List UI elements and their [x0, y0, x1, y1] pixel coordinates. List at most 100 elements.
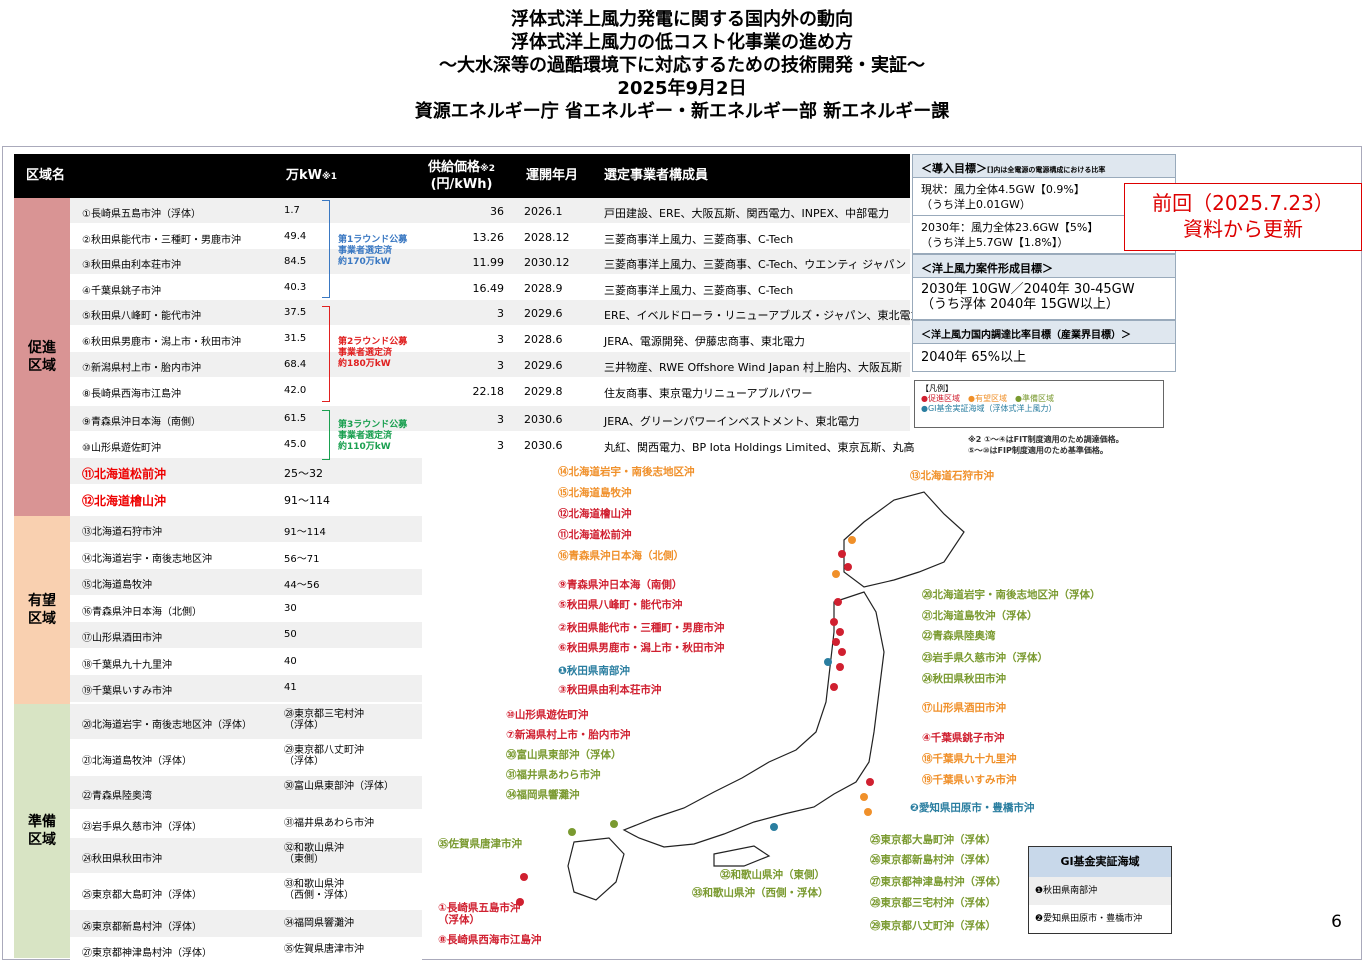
table-row: ⑥秋田県男鹿市・潟上市・秋田市沖 31.5 3 2028.6 JERA、電源開発、伊藤忠…: [70, 326, 910, 352]
kw-value: 61.5: [284, 413, 307, 424]
prep-left: ㉕東京都大島町沖（浮体）: [82, 890, 202, 901]
table-row: ⑯青森県沖日本海（北側） 30: [70, 595, 422, 622]
map-label: ㉝和歌山県沖（西側・浮体）: [692, 887, 829, 899]
kw-value: 25～32: [284, 467, 323, 480]
prep-right: ㉛福井県あわら市沖: [284, 818, 374, 829]
map-label: ⑭北海道岩宇・南後志地区沖: [558, 466, 695, 478]
header-members: 選定事業者構成員: [604, 168, 709, 183]
price-value: 13.26: [472, 231, 505, 244]
map-label: ⑯青森県沖日本海（北側）: [558, 550, 684, 562]
header-year: 運開年月: [526, 168, 579, 183]
area-name: ⑥秋田県男鹿市・潟上市・秋田市沖: [82, 337, 241, 348]
prep-left: ㉔秋田県秋田市沖: [82, 854, 162, 865]
map-label: ⑪北海道松前沖: [558, 529, 632, 541]
zone-prep: 準備 区域: [14, 704, 70, 958]
area-name: ③秋田県由利本荘市沖: [82, 260, 181, 271]
price-value: 3: [497, 439, 504, 452]
prep-left: ㉓岩手県久慈市沖（浮体）: [82, 822, 202, 833]
header-area: 区域名: [26, 168, 66, 183]
title-line-2: 浮体式洋上風力の低コスト化事業の進め方: [511, 32, 853, 53]
map-label: ㉒青森県陸奥湾: [922, 630, 996, 642]
area-name: ⑲千葉県いすみ市沖: [82, 686, 172, 697]
map-label: ㉔秋田県秋田市沖: [922, 673, 1006, 685]
map-label: ④千葉県銚子市沖: [922, 732, 1005, 744]
kw-value: 1.7: [284, 205, 300, 216]
legend-prep: ●準備区域: [1014, 394, 1054, 403]
map-label: ⑦新潟県村上市・胎内市沖: [506, 729, 631, 741]
title-line-1: 浮体式洋上風力発電に関する国内外の動向: [511, 9, 853, 30]
map-label: ㉙東京都八丈町沖（浮体）: [870, 920, 996, 932]
prep-right: ㉟佐賀県唐津市沖: [284, 944, 364, 955]
table-row: ⑩山形県遊佐町沖 45.0 3 2030.6 丸紅、関西電力、BP Iota Holdi…: [70, 432, 915, 458]
map-point: [866, 778, 874, 786]
area-name: ⑫北海道檜山沖: [82, 494, 167, 508]
round2-label: 第2ラウンド公募 事業者選定済 約180万kW: [338, 337, 408, 369]
prep-right: ㉝和歌山県沖 （西側・浮体）: [284, 879, 354, 901]
map-point: [838, 550, 846, 558]
kw-value: 68.4: [284, 359, 307, 370]
map-label: ⑰山形県酒田市沖: [922, 702, 1006, 714]
map-point: [836, 628, 844, 636]
prep-left: ㉖東京都新島村沖（浮体）: [82, 922, 202, 933]
kw-value: 91～114: [284, 494, 330, 507]
members-value: 丸紅、関西電力、BP Iota Holdings Limited、東京瓦斯、丸高: [604, 441, 915, 454]
table-row: ⑨青森県沖日本海（南側） 61.5 3 2030.6 JERA、グリーンパワーインベスト…: [70, 406, 910, 432]
area-name: ①長崎県五島市沖（浮体）: [82, 209, 201, 220]
prep-left: ㉗東京都神津島村沖（浮体）: [82, 948, 212, 959]
shikoku-shape: [713, 845, 771, 867]
round2-brace: [322, 306, 330, 402]
map-label: ㉖東京都新島村沖（浮体）: [870, 854, 996, 866]
prep-right: ㉜和歌山県沖 （東側）: [284, 843, 344, 865]
gi-title: GI基金実証海域: [1029, 847, 1171, 877]
table-row: ⑤秋田県八峰町・能代市沖 37.5 3 2029.6 ERE、イベルドローラ・リニューア…: [70, 300, 921, 326]
round1-brace: [322, 200, 330, 298]
kw-value: 44～56: [284, 580, 320, 591]
table-row: ⑲千葉県いすみ市沖 41: [70, 675, 422, 703]
prep-right: ㉙東京都八丈町沖 （浮体）: [284, 745, 364, 767]
domestic-goal: 2040年 65%以上: [912, 344, 1176, 372]
map-label: ⑨青森県沖日本海（南側）: [558, 579, 683, 591]
kw-value: 56～71: [284, 553, 320, 565]
price-value: 3: [497, 307, 504, 320]
prep-left: ⑳北海道岩宇・南後志地区沖（浮体）: [82, 720, 252, 731]
prep-left: ㉒青森県陸奥湾: [82, 791, 152, 802]
area-name: ④千葉県銚子市沖: [82, 286, 161, 297]
members-value: 住友商事、東京電力リニューアブルパワー: [604, 387, 813, 400]
kw-value: 42.0: [284, 385, 307, 396]
map-point: [830, 618, 838, 626]
legend-row: ●促進区域 ●有望区域 ●準備区域: [921, 394, 1157, 404]
table-row: ②秋田県能代市・三種町・男鹿市沖 49.4 13.26 2028.12 三菱商事洋上風力…: [70, 224, 910, 249]
table-row: ⑮北海道島牧沖 44～56: [70, 569, 422, 596]
map-label: ❶秋田県南部沖: [558, 665, 630, 677]
table-row: ⑪北海道松前沖 25～32: [70, 458, 422, 485]
map-point: [824, 658, 832, 666]
kw-value: 49.4: [284, 231, 307, 242]
year-value: 2030.6: [524, 413, 563, 426]
price-value: 3: [497, 413, 504, 426]
price-value: 3: [497, 333, 504, 346]
kw-value: 41: [284, 682, 297, 693]
map-point: [520, 873, 528, 881]
map-label: ⑬北海道石狩市沖: [910, 470, 994, 482]
map-label: ⑲千葉県いすみ市沖: [922, 774, 1017, 786]
table-row: ㉕東京都大島町沖（浮体） ㉝和歌山県沖 （西側・浮体）: [70, 874, 422, 910]
area-name: ②秋田県能代市・三種町・男鹿市沖: [82, 235, 241, 246]
map-label: ㉛福井県あわら市沖: [506, 769, 601, 781]
kw-value: 40.3: [284, 282, 307, 293]
year-value: 2030.6: [524, 439, 563, 452]
prep-left: ㉑北海道島牧沖（浮体）: [82, 756, 192, 767]
area-name: ⑯青森県沖日本海（北側）: [82, 606, 202, 618]
gi-row-2: ❷愛知県田原市・豊橋市沖: [1035, 914, 1143, 924]
year-value: 2029.8: [524, 385, 563, 398]
map-label: ㉑北海道島牧沖（浮体）: [922, 610, 1038, 622]
map-point: [864, 808, 872, 816]
legend-promote: ●促進区域: [921, 394, 960, 403]
case-goal: 2030年 10GW／2040年 30-45GW （うち浮体 2040年 15G…: [912, 278, 1176, 320]
prep-right: ㉚富山県東部沖（浮体）: [284, 781, 394, 792]
round3-brace: [322, 410, 330, 460]
table-row: ㉔秋田県秋田市沖 ㉜和歌山県沖 （東側）: [70, 838, 422, 874]
table-row: ㉗東京都神津島村沖（浮体） ㉟佐賀県唐津市沖: [70, 938, 422, 962]
map-point: [832, 638, 840, 646]
map-point: [830, 683, 838, 691]
legend-promising: ●有望区域: [967, 394, 1007, 403]
